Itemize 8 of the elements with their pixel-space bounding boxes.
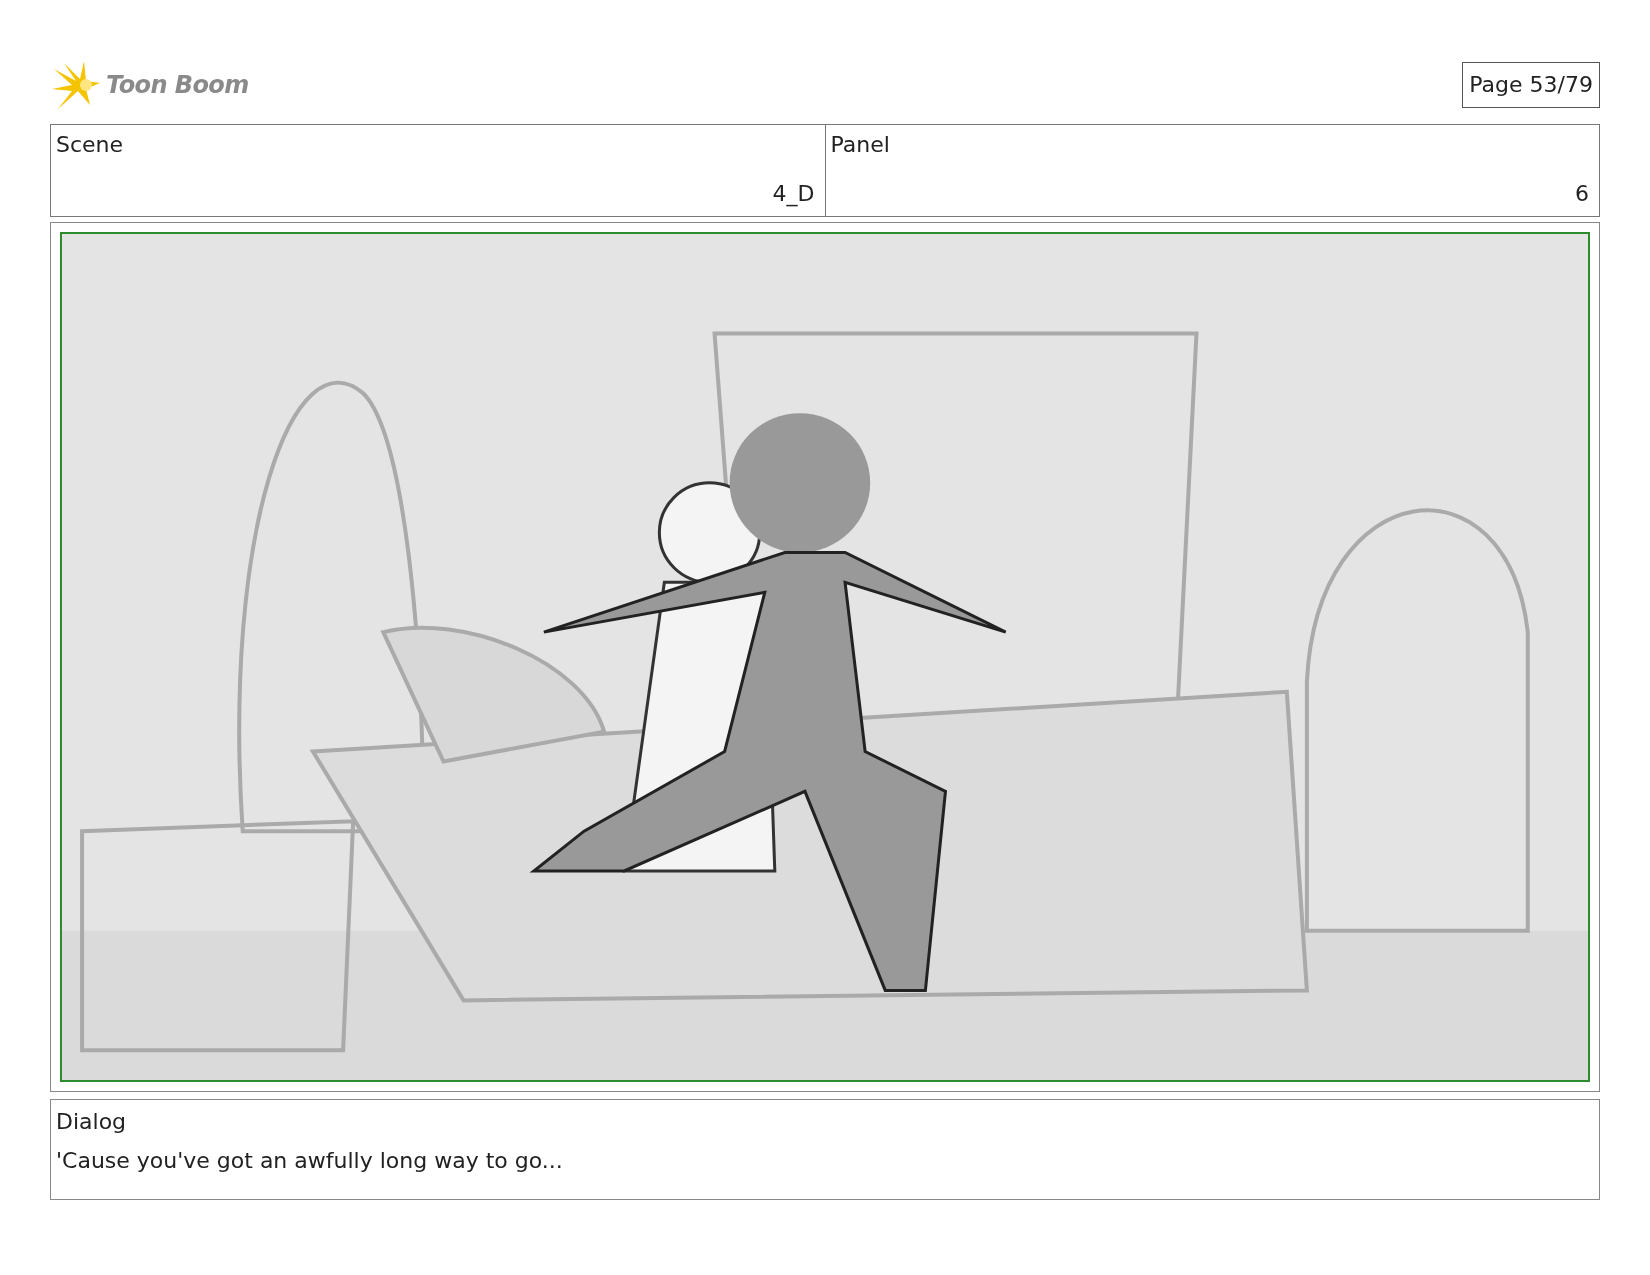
field-value: 6	[1575, 180, 1589, 208]
field-label: Panel	[830, 131, 890, 159]
page-number: Page 53/79	[1462, 62, 1600, 108]
field-value: 4_D	[772, 180, 815, 208]
dialog-text: 'Cause you've got an awfully long way to go...	[56, 1147, 564, 1175]
dialog-label: Dialog	[56, 1108, 128, 1136]
logo-text: Toon Boom	[106, 70, 249, 101]
field-label: Scene	[56, 131, 124, 159]
